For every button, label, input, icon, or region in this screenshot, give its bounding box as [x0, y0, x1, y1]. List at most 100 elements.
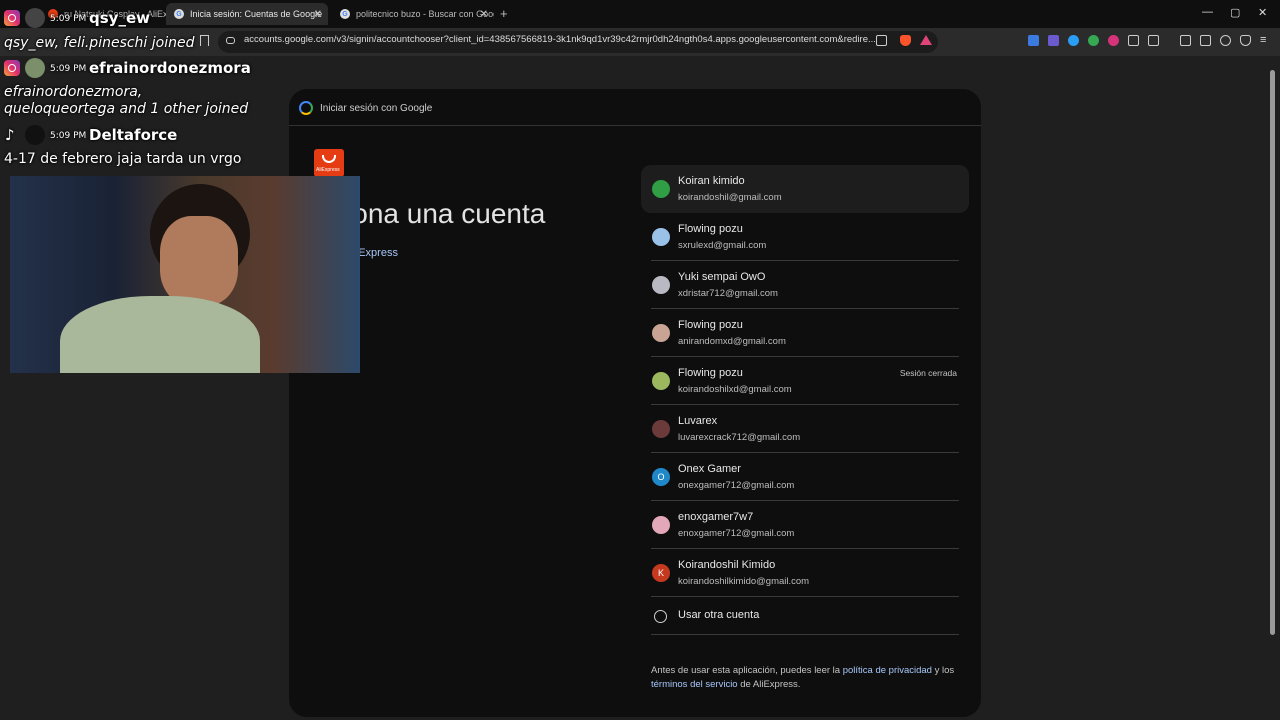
instagram-icon — [4, 10, 20, 26]
google-logo-icon — [299, 101, 313, 115]
account-email: sxrulexd@gmail.com — [678, 240, 767, 251]
translate-extension-icon[interactable] — [1028, 35, 1039, 46]
account-email: koirandoshilkimido@gmail.com — [678, 576, 810, 587]
account-name: Koiran kimido — [678, 175, 745, 187]
chat-join-notice: queloqueortega and 1 other joined — [4, 101, 249, 117]
aliexpress-logo-text: AliExpress — [316, 167, 340, 173]
minimize-icon[interactable]: — — [1202, 6, 1213, 18]
shirt-shape — [60, 296, 260, 373]
avatar — [652, 180, 670, 198]
wallet-icon[interactable] — [1200, 35, 1211, 46]
extension-icon[interactable] — [1108, 35, 1119, 46]
avatar — [652, 420, 670, 438]
sidebar-icon[interactable] — [1180, 35, 1191, 46]
chat-time: 5:09 PM — [50, 131, 87, 141]
webcam-overlay — [10, 176, 360, 373]
avatar — [652, 276, 670, 294]
extension-icon[interactable] — [1048, 35, 1059, 46]
face-shape — [160, 216, 238, 306]
tab-title: politecnico buzo - Buscar con Google — [356, 9, 494, 19]
account-email: luvarexcrack712@gmail.com — [678, 432, 801, 443]
use-another-account-button[interactable]: Usar otra cuenta — [641, 598, 969, 635]
account-item[interactable]: Luvarex luvarexcrack712@gmail.com — [641, 405, 969, 453]
account-item[interactable]: Yuki sempai OwO xdristar712@gmail.com — [641, 261, 969, 309]
brave-rewards-icon[interactable] — [920, 35, 932, 45]
account-name: enoxgamer7w7 — [678, 511, 754, 523]
brave-shields-icon[interactable] — [900, 35, 911, 46]
aliexpress-logo: AliExpress — [314, 149, 344, 177]
media-icon[interactable] — [1148, 35, 1159, 46]
close-tab-icon[interactable]: ✕ — [314, 9, 322, 20]
puzzle-extensions-icon[interactable] — [1128, 35, 1139, 46]
privacy-policy-link[interactable]: política de privacidad — [843, 665, 932, 676]
chat-time: 5:09 PM — [50, 14, 87, 24]
use-another-account-label: Usar otra cuenta — [678, 609, 760, 621]
header-divider — [289, 125, 981, 126]
new-tab-icon[interactable]: + — [500, 6, 508, 21]
vpn-icon[interactable] — [1240, 35, 1251, 46]
terms-of-service-link[interactable]: términos del servicio — [651, 679, 738, 690]
account-name: Onex Gamer — [678, 463, 741, 475]
instagram-icon — [4, 60, 20, 76]
avatar: O — [652, 468, 670, 486]
legal-text: y los — [934, 665, 955, 676]
avatar — [25, 8, 45, 28]
avatar — [652, 516, 670, 534]
account-name: Luvarex — [678, 415, 718, 427]
signin-header: Iniciar sesión con Google — [320, 103, 433, 114]
avatar — [652, 372, 670, 390]
chat-username: Deltaforce — [89, 126, 178, 144]
account-email: xdristar712@gmail.com — [678, 288, 778, 299]
tab-google-search[interactable]: G politecnico buzo - Buscar con Google ✕ — [332, 3, 494, 25]
avatar — [652, 228, 670, 246]
account-item[interactable]: enoxgamer7w7 enoxgamer712@gmail.com — [641, 501, 969, 549]
account-item[interactable]: Flowing pozu koirandoshilxd@gmail.com Se… — [641, 357, 969, 405]
divider — [651, 596, 959, 597]
shopping-bag-icon — [322, 155, 336, 163]
account-name: Flowing pozu — [678, 319, 743, 331]
tiktok-icon: ♪ — [5, 126, 15, 144]
avatar — [652, 324, 670, 342]
extension-icon[interactable] — [1088, 35, 1099, 46]
person-circle-icon — [654, 610, 667, 623]
google-favicon-icon: G — [174, 9, 184, 19]
chat-join-notice: efrainordonezmora, — [4, 84, 143, 100]
chat-username: qsy_ew — [89, 9, 150, 27]
account-email: enoxgamer712@gmail.com — [678, 528, 795, 539]
account-email: koirandoshil@gmail.com — [678, 192, 782, 203]
tab-google-signin[interactable]: G Inicia sesión: Cuentas de Google ✕ — [166, 3, 328, 25]
account-email: anirandomxd@gmail.com — [678, 336, 786, 347]
account-item[interactable]: Flowing pozu sxrulexd@gmail.com — [641, 213, 969, 261]
legal-text: de AliExpress. — [740, 679, 801, 690]
signed-out-status: Sesión cerrada — [899, 368, 957, 378]
chat-username: efrainordonezmora — [89, 59, 251, 77]
account-item[interactable]: O Onex Gamer onexgamer712@gmail.com — [641, 453, 969, 501]
avatar: K — [652, 564, 670, 582]
site-settings-icon[interactable] — [226, 37, 235, 44]
tab-strip: ru Natsuki Cosplay - AliExpress G Inicia… — [0, 0, 1280, 28]
account-item[interactable]: K Koirandoshil Kimido koirandoshilkimido… — [641, 549, 969, 597]
url-text[interactable]: accounts.google.com/v3/signin/accountcho… — [244, 34, 876, 45]
maximize-icon[interactable]: ▢ — [1230, 6, 1240, 19]
account-email: onexgamer712@gmail.com — [678, 480, 795, 491]
account-name: Koirandoshil Kimido — [678, 559, 776, 571]
divider — [651, 634, 959, 635]
chat-message: 4-17 de febrero jaja tarda un vrgo — [4, 151, 242, 167]
share-icon[interactable] — [876, 35, 887, 46]
close-window-icon[interactable]: ✕ — [1258, 6, 1267, 19]
account-email: koirandoshilxd@gmail.com — [678, 384, 792, 395]
extension-icon[interactable] — [1068, 35, 1079, 46]
account-name: Yuki sempai OwO — [678, 271, 766, 283]
google-favicon-icon: G — [340, 9, 350, 19]
legal-text: Antes de usar esta aplicación, puedes le… — [651, 665, 841, 676]
account-name: Flowing pozu — [678, 223, 743, 235]
leo-ai-icon[interactable] — [1220, 35, 1231, 46]
close-tab-icon[interactable]: ✕ — [480, 9, 488, 20]
account-item[interactable]: Koiran kimido koirandoshil@gmail.com — [641, 165, 969, 213]
page-scrollbar[interactable] — [1270, 70, 1275, 635]
menu-icon[interactable]: ≡ — [1260, 34, 1266, 46]
bookmark-icon[interactable] — [200, 35, 209, 46]
tab-title: Inicia sesión: Cuentas de Google — [190, 9, 323, 19]
account-item[interactable]: Flowing pozu anirandomxd@gmail.com — [641, 309, 969, 357]
chat-join-notice: qsy_ew, feli.pineschi joined — [4, 35, 195, 51]
